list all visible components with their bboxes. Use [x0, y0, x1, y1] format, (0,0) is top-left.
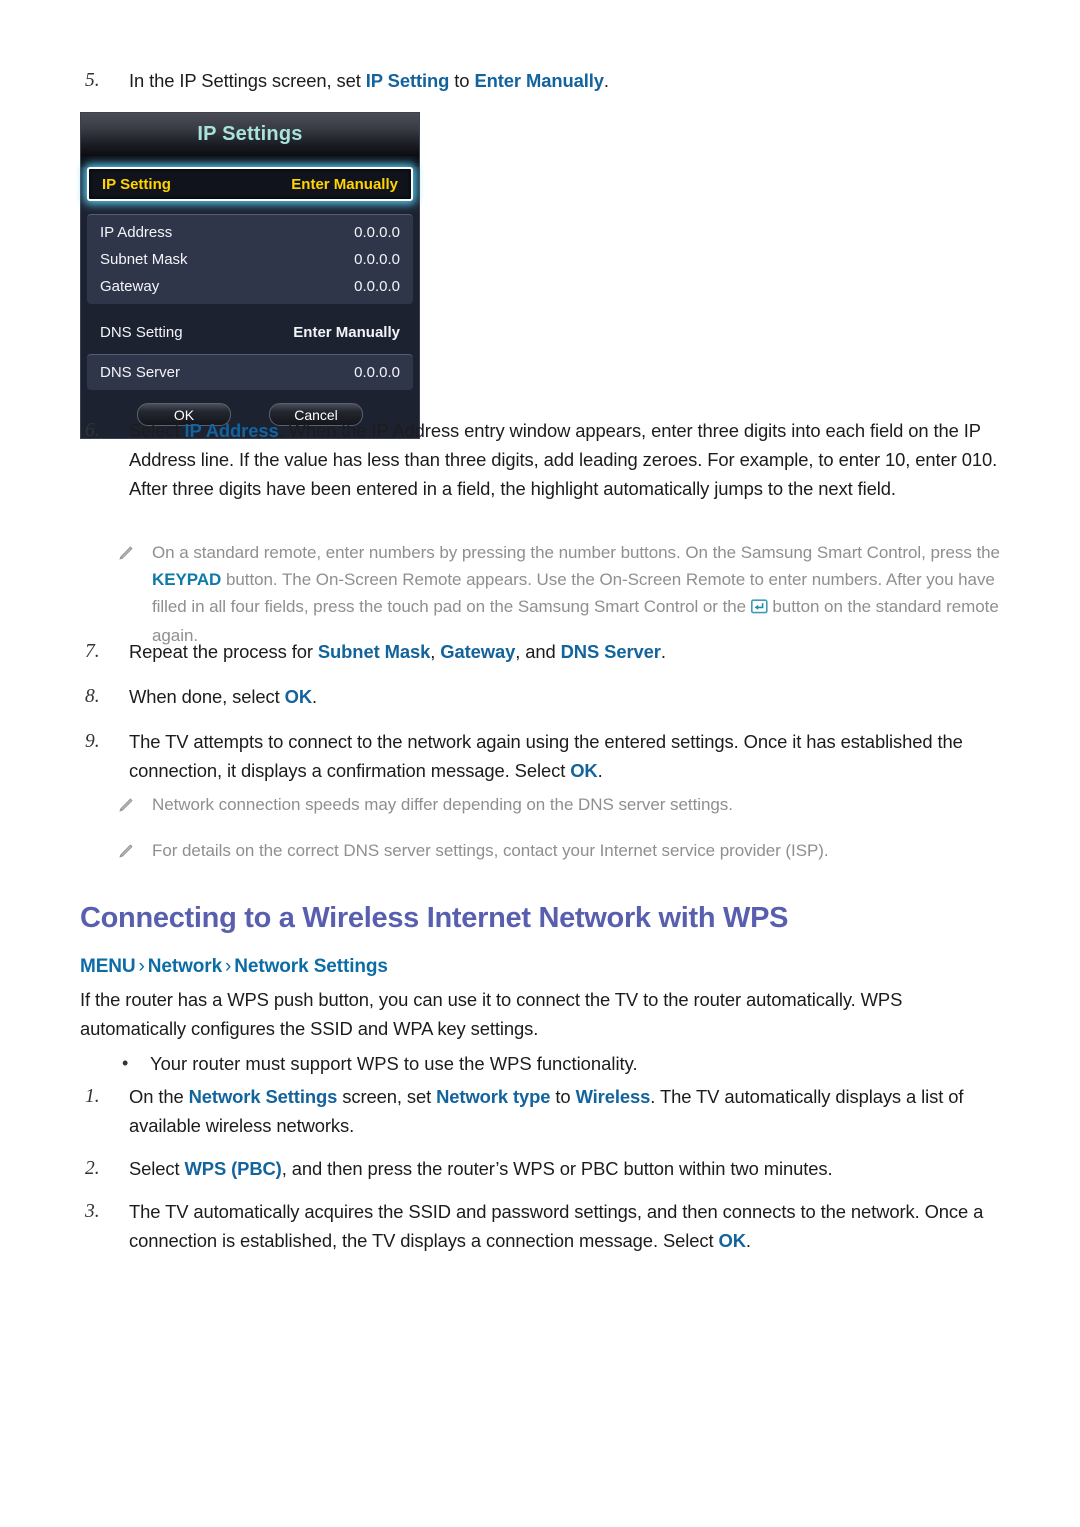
step-number: 9.: [85, 731, 100, 752]
note-dns-isp: For details on the correct DNS server se…: [80, 837, 1000, 864]
breadcrumb-separator: ›: [225, 956, 232, 977]
step-number: 2.: [85, 1158, 100, 1179]
pencil-icon: [118, 791, 152, 818]
osd-dns-group: DNS Server 0.0.0.0: [87, 354, 413, 390]
step-7: 7. Repeat the process for Subnet Mask, G…: [80, 637, 1000, 666]
step-text: When done, select OK.: [129, 686, 318, 707]
osd-row-value: Enter Manually: [291, 175, 398, 193]
step-text: The TV attempts to connect to the networ…: [129, 731, 963, 781]
step-number: 8.: [85, 686, 100, 707]
note-keypad: On a standard remote, enter numbers by p…: [80, 539, 1000, 649]
step-number: 7.: [85, 641, 100, 662]
step-8: 8. When done, select OK.: [80, 682, 1000, 711]
breadcrumb: MENU › Network › Network Settings: [80, 952, 1010, 982]
enter-key-icon: [750, 595, 768, 622]
osd-row-value: 0.0.0.0: [354, 278, 400, 295]
osd-address-group: IP Address 0.0.0.0 Subnet Mask 0.0.0.0 G…: [87, 214, 413, 304]
osd-row-ip-address[interactable]: IP Address 0.0.0.0: [87, 219, 413, 246]
note-text: Network connection speeds may differ dep…: [152, 795, 733, 814]
osd-row-label: IP Address: [100, 224, 173, 241]
osd-row-value: Enter Manually: [293, 324, 400, 341]
osd-row-subnet-mask[interactable]: Subnet Mask 0.0.0.0: [87, 246, 413, 273]
osd-row-dns-server[interactable]: DNS Server 0.0.0.0: [87, 359, 413, 386]
page-title: Connecting to a Wireless Internet Networ…: [80, 902, 789, 934]
breadcrumb-item-network: Network: [147, 956, 223, 977]
osd-row-label: IP Setting: [102, 175, 171, 193]
osd-title-bar: IP Settings: [81, 113, 419, 156]
osd-row-ip-setting[interactable]: IP Setting Enter Manually: [87, 167, 413, 201]
osd-title: IP Settings: [197, 122, 303, 145]
osd-row-label: Subnet Mask: [100, 251, 188, 268]
pencil-icon: [118, 837, 152, 864]
tv-osd-ip-settings-panel: IP Settings IP Setting Enter Manually IP…: [80, 112, 420, 439]
osd-spacer: [81, 156, 419, 167]
wps-step-2: 2. Select WPS (PBC), and then press the …: [80, 1154, 1000, 1183]
step-6: 6. Select IP Address. When the IP Addres…: [80, 416, 1000, 503]
bullet-wps-support: • Your router must support WPS to use th…: [80, 1049, 1010, 1078]
step-text: On the Network Settings screen, set Netw…: [129, 1086, 964, 1136]
osd-row-label: DNS Setting: [100, 324, 183, 341]
step-number: 5.: [85, 70, 100, 91]
step-9: 9. The TV attempts to connect to the net…: [80, 727, 1000, 785]
wps-step-1: 1. On the Network Settings screen, set N…: [80, 1082, 1000, 1140]
breadcrumb-item-network-settings: Network Settings: [234, 956, 388, 977]
bullet-dot-icon: •: [122, 1053, 129, 1073]
osd-row-label: DNS Server: [100, 364, 181, 381]
breadcrumb-item-menu: MENU: [80, 956, 136, 977]
note-dns-speed: Network connection speeds may differ dep…: [80, 791, 1000, 818]
step-text: Select IP Address. When the IP Address e…: [129, 420, 998, 499]
osd-row-value: 0.0.0.0: [354, 224, 400, 241]
osd-row-value: 0.0.0.0: [354, 364, 400, 381]
document-page: 5. In the IP Settings screen, set IP Set…: [0, 0, 1080, 1527]
note-text: On a standard remote, enter numbers by p…: [152, 543, 1000, 645]
osd-row-dns-setting[interactable]: DNS Setting Enter Manually: [81, 317, 419, 348]
bullet-text: Your router must support WPS to use the …: [150, 1053, 638, 1074]
pencil-icon: [118, 539, 152, 566]
osd-row-value: 0.0.0.0: [354, 251, 400, 268]
section-intro-paragraph: If the router has a WPS push button, you…: [80, 989, 903, 1039]
step-number: 3.: [85, 1201, 100, 1222]
breadcrumb-separator: ›: [138, 956, 145, 977]
osd-row-gateway[interactable]: Gateway 0.0.0.0: [87, 273, 413, 300]
step-text: Select WPS (PBC), and then press the rou…: [129, 1158, 833, 1179]
note-text: For details on the correct DNS server se…: [152, 841, 829, 860]
step-text: In the IP Settings screen, set IP Settin…: [129, 70, 609, 91]
step-text: The TV automatically acquires the SSID a…: [129, 1201, 984, 1251]
osd-row-label: Gateway: [100, 278, 160, 295]
step-text: Repeat the process for Subnet Mask, Gate…: [129, 641, 666, 662]
step-number: 6.: [85, 420, 100, 441]
step-number: 1.: [85, 1086, 100, 1107]
wps-step-3: 3. The TV automatically acquires the SSI…: [80, 1197, 1000, 1255]
step-5: 5. In the IP Settings screen, set IP Set…: [80, 66, 1000, 95]
